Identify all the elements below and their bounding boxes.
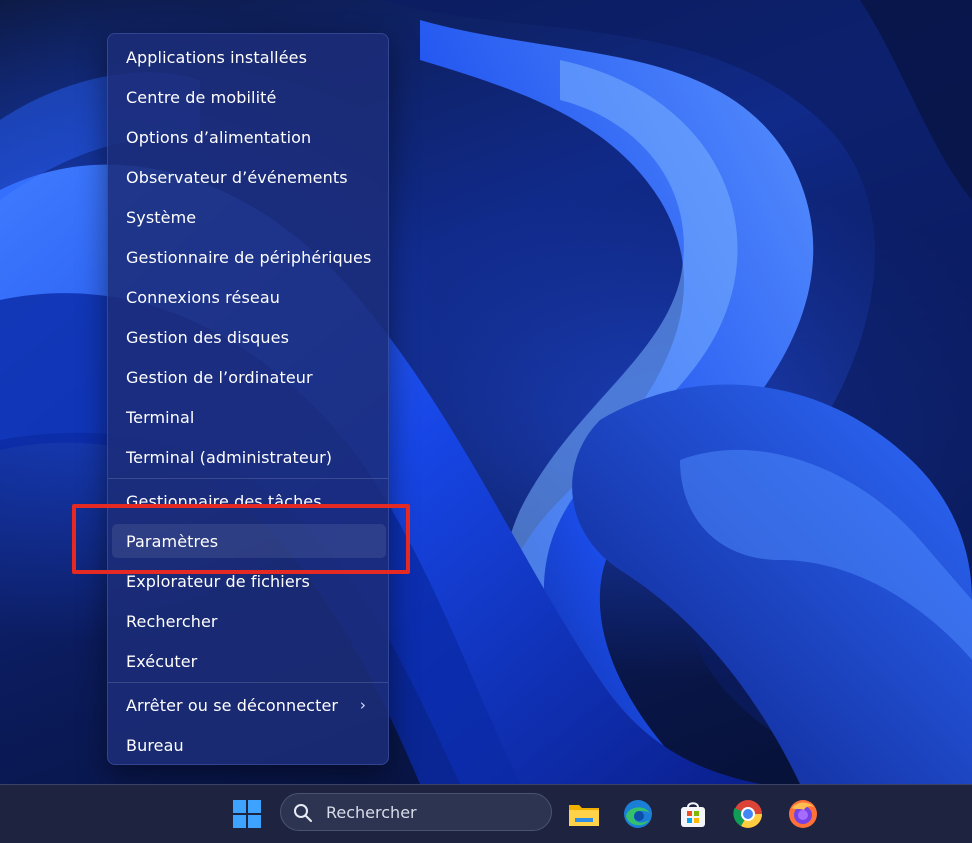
menu-separator [108, 478, 388, 479]
menu-item-installed-apps[interactable]: Applications installées [112, 40, 386, 74]
microsoft-store-icon[interactable] [674, 795, 712, 833]
menu-item-terminal[interactable]: Terminal [112, 400, 386, 434]
menu-item-label: Applications installées [126, 47, 308, 67]
menu-item-mobility-center[interactable]: Centre de mobilité [112, 80, 386, 114]
menu-item-computer-management[interactable]: Gestion de l’ordinateur [112, 360, 386, 394]
menu-item-label: Connexions réseau [126, 287, 280, 307]
firefox-icon[interactable] [784, 795, 822, 833]
taskbar-search-box[interactable]: Rechercher [280, 793, 552, 831]
file-explorer-icon[interactable] [565, 795, 603, 833]
start-icon[interactable] [228, 795, 266, 833]
menu-item-label: Arrêter ou se déconnecter [126, 695, 339, 715]
menu-item-label: Terminal [126, 407, 195, 427]
search-icon [293, 803, 313, 827]
menu-item-label: Gestion de l’ordinateur [126, 367, 313, 387]
menu-item-label: Centre de mobilité [126, 87, 277, 107]
menu-item-label: Système [126, 207, 197, 227]
menu-item-run[interactable]: Exécuter [112, 644, 386, 678]
menu-item-label: Bureau [126, 735, 184, 755]
menu-item-label: Explorateur de fichiers [126, 571, 310, 591]
winx-context-menu: Applications installées Centre de mobili… [107, 33, 389, 765]
menu-item-event-viewer[interactable]: Observateur d’événements [112, 160, 386, 194]
taskbar: Rechercher [0, 784, 972, 843]
menu-separator [108, 682, 388, 683]
highlight-annotation-box [72, 504, 410, 574]
chevron-right-icon: › [359, 696, 366, 714]
menu-item-system[interactable]: Système [112, 200, 386, 234]
menu-item-shutdown-signout[interactable]: Arrêter ou se déconnecter › [112, 688, 386, 722]
menu-item-label: Terminal (administrateur) [126, 447, 333, 467]
menu-item-terminal-admin[interactable]: Terminal (administrateur) [112, 440, 386, 474]
menu-item-network-connections[interactable]: Connexions réseau [112, 280, 386, 314]
menu-item-label: Exécuter [126, 651, 198, 671]
menu-item-search[interactable]: Rechercher [112, 604, 386, 638]
menu-item-label: Observateur d’événements [126, 167, 348, 187]
menu-item-power-options[interactable]: Options d’alimentation [112, 120, 386, 154]
edge-icon[interactable] [619, 795, 657, 833]
menu-item-device-manager[interactable]: Gestionnaire de périphériques [112, 240, 386, 274]
menu-item-label: Gestionnaire de périphériques [126, 247, 372, 267]
menu-item-disk-management[interactable]: Gestion des disques [112, 320, 386, 354]
menu-item-label: Options d’alimentation [126, 127, 312, 147]
menu-item-label: Rechercher [126, 611, 218, 631]
menu-item-desktop[interactable]: Bureau [112, 728, 386, 762]
search-placeholder: Rechercher [326, 803, 417, 822]
chrome-icon[interactable] [729, 795, 767, 833]
menu-item-label: Gestion des disques [126, 327, 290, 347]
